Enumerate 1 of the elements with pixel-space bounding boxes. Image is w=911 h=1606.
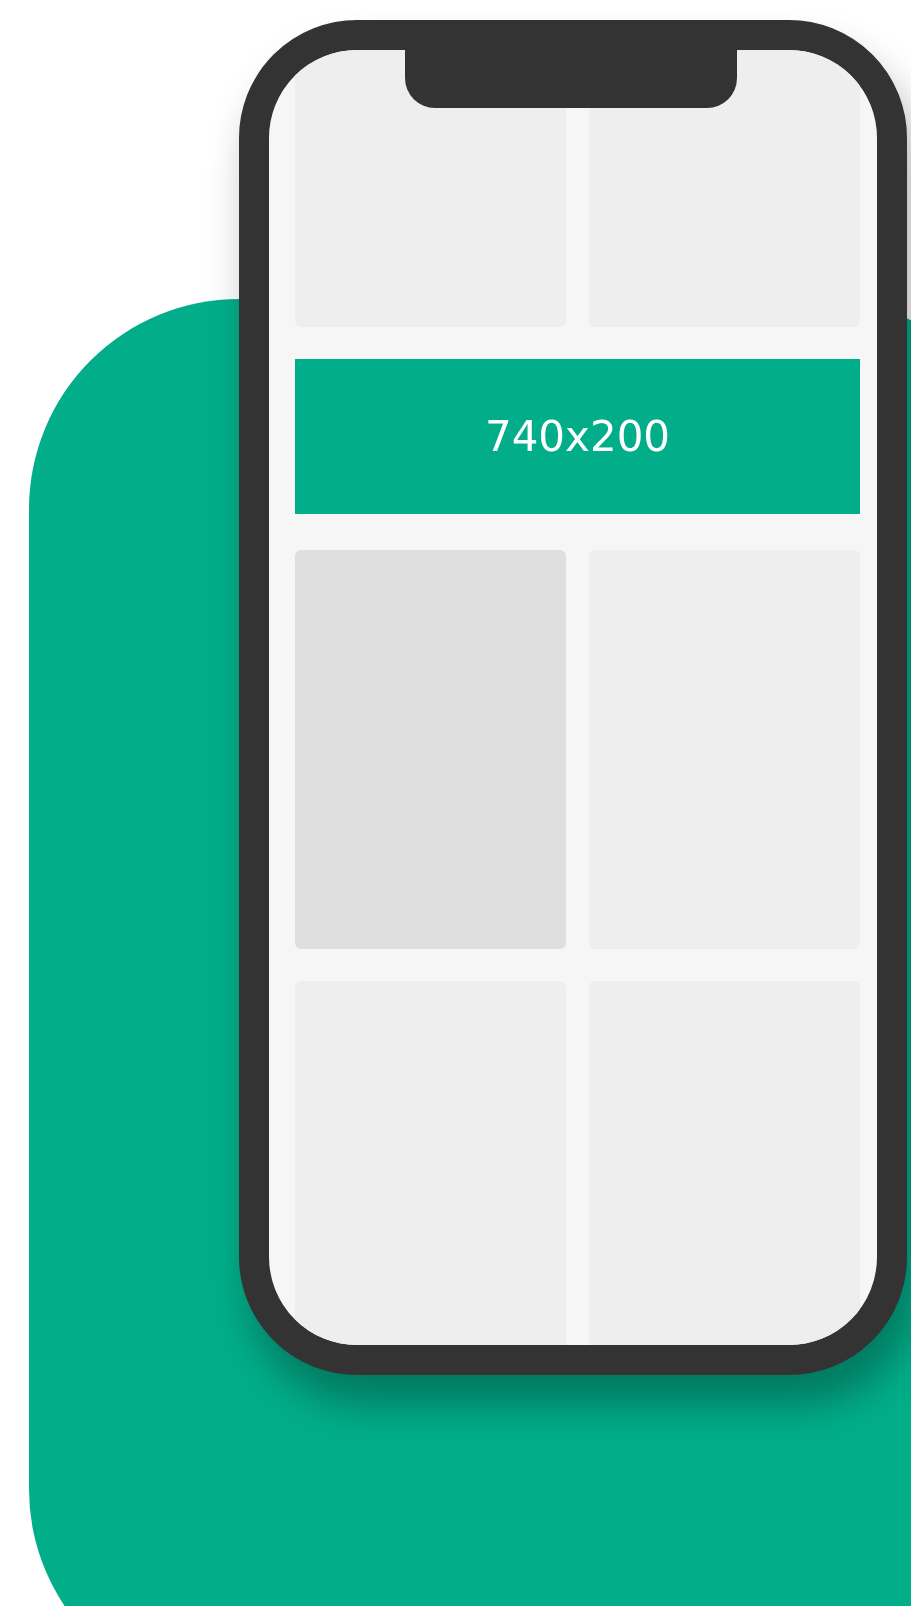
- banner: 740x200: [295, 359, 860, 514]
